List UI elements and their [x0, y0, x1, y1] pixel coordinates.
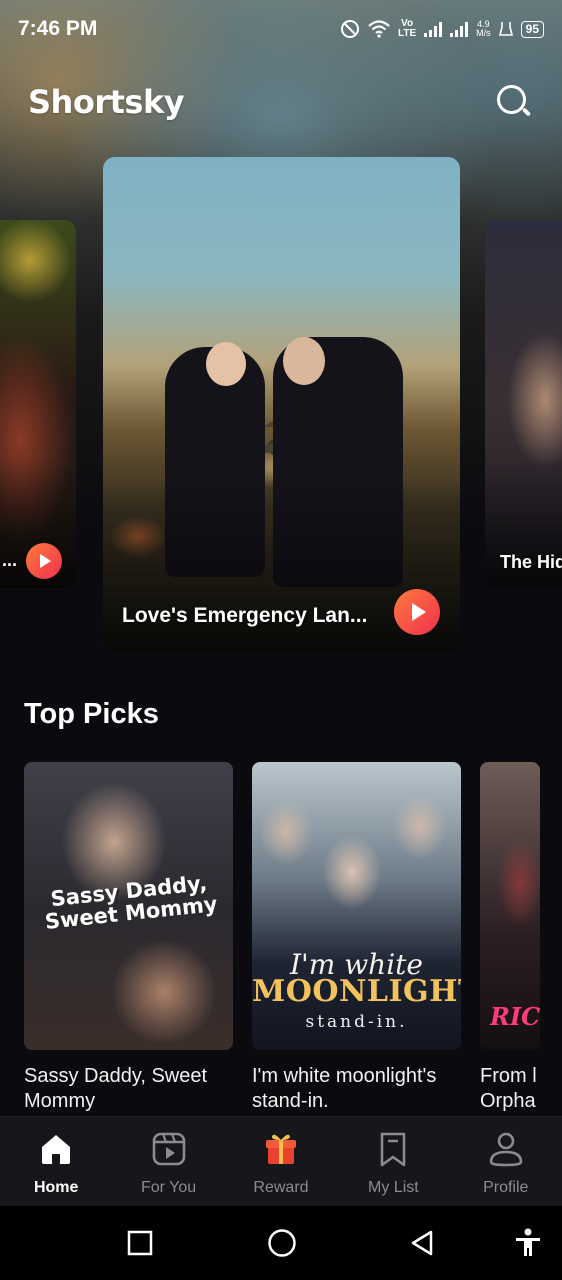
poster-title-art: MOONLIGHT'S [252, 974, 461, 1009]
nav-item-profile[interactable]: Profile [450, 1117, 562, 1206]
top-pick-card[interactable]: Sassy Daddy, Sweet Mommy Sassy Daddy, Sw… [24, 762, 239, 1114]
back-triangle-icon [411, 1230, 433, 1256]
poster-image: Sassy Daddy, Sweet Mommy [24, 762, 233, 1050]
nav-item-my-list[interactable]: My List [337, 1117, 449, 1206]
poster-image: RIC [480, 762, 540, 1050]
battery-indicator: 95 [520, 20, 544, 38]
do-not-disturb-icon [340, 20, 359, 38]
section-title-top-picks: Top Picks [24, 698, 159, 730]
nav-label: For You [141, 1179, 197, 1196]
signal-2-icon [450, 21, 469, 37]
back-button[interactable] [402, 1206, 442, 1280]
search-button[interactable] [494, 82, 534, 122]
data-saver-icon [498, 22, 513, 36]
nav-label: My List [368, 1179, 419, 1196]
nav-item-reward[interactable]: Reward [225, 1117, 337, 1206]
carousel-card-title: Love's Emergency Lan... [122, 604, 368, 627]
accessibility-icon [516, 1228, 540, 1256]
nav-item-for-you[interactable]: For You [112, 1117, 224, 1206]
poster-title-art: Sassy Daddy, Sweet Mommy [43, 870, 219, 934]
volte-indicator: Vo LTE [397, 18, 417, 39]
poster-image: I'm white MOONLIGHT'S stand-in. [252, 762, 461, 1050]
status-time: 7:46 PM [18, 17, 98, 40]
accessibility-button[interactable] [508, 1206, 548, 1280]
poster-title-art: RIC [490, 1002, 540, 1031]
carousel-card-title: The Hid [500, 552, 562, 572]
wifi-icon [368, 20, 390, 38]
nav-item-home[interactable]: Home [0, 1117, 112, 1206]
profile-icon [489, 1132, 523, 1167]
nav-label: Profile [483, 1179, 529, 1196]
play-icon [40, 554, 51, 568]
status-bar: 7:46 PM Vo LTE 4.9 M/s 95 [0, 0, 562, 58]
app-logo: Shortsky [28, 83, 185, 121]
character-face [206, 342, 246, 386]
nav-label: Home [33, 1179, 79, 1196]
top-pick-title: From l Orpha [480, 1065, 537, 1112]
carousel-card-featured[interactable]: Love's Emergency Lan... [103, 157, 460, 653]
carousel-card-previous[interactable]: ... [0, 220, 76, 588]
character-face [283, 337, 325, 385]
home-icon [42, 1135, 71, 1164]
gift-icon [265, 1134, 296, 1164]
home-system-button[interactable] [262, 1206, 302, 1280]
recents-button[interactable] [120, 1206, 160, 1280]
play-button[interactable] [394, 589, 440, 635]
carousel-card-title: ... [2, 550, 18, 570]
system-navigation-bar [0, 1206, 562, 1280]
bottom-navigation: Home For You Reward My List Profile [0, 1116, 562, 1206]
network-speed: 4.9 M/s [476, 19, 491, 38]
top-pick-card[interactable]: I'm white MOONLIGHT'S stand-in. I'm whit… [252, 762, 467, 1114]
play-button[interactable] [26, 543, 62, 579]
signal-1-icon [424, 21, 443, 37]
bookmark-icon [381, 1132, 406, 1167]
nav-label: Reward [253, 1179, 309, 1196]
poster-title-art: stand-in. [305, 1012, 408, 1032]
play-square-icon [152, 1132, 185, 1166]
square-icon [127, 1230, 153, 1256]
app-header: Shortsky [0, 76, 562, 128]
top-pick-title: I'm white moonlight's stand-in. [252, 1065, 437, 1112]
circle-icon [268, 1229, 296, 1257]
top-pick-card[interactable]: RIC From l Orpha [480, 762, 562, 1114]
carousel-card-next[interactable]: The Hid [485, 220, 562, 588]
status-icons: Vo LTE 4.9 M/s 95 [340, 19, 544, 39]
top-pick-title: Sassy Daddy, Sweet Mommy [24, 1065, 208, 1112]
play-icon [412, 603, 426, 621]
